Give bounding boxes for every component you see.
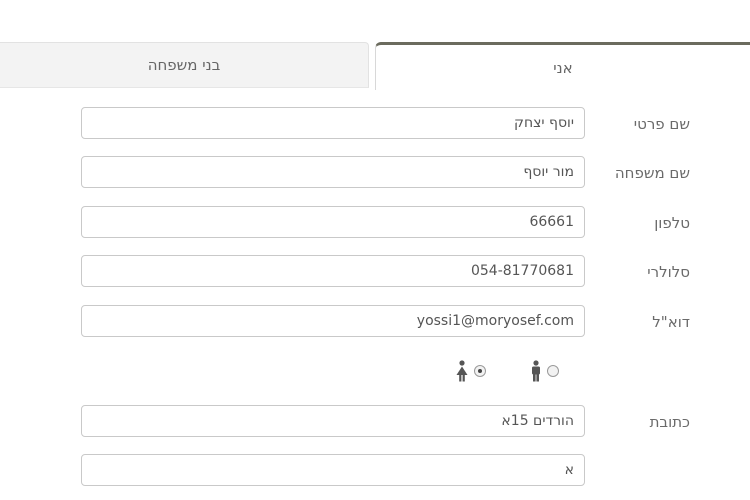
- first-name-label: שם פרטי: [633, 115, 690, 133]
- tab-me-label: אני: [553, 58, 573, 77]
- phone-label: טלפון: [654, 214, 690, 232]
- tab-family-members[interactable]: בני משפחה: [0, 42, 369, 88]
- email-input[interactable]: [81, 305, 585, 337]
- gender-female-option[interactable]: [454, 360, 486, 382]
- last-name-label: שם משפחה: [614, 164, 690, 182]
- address-row: כתובת: [0, 405, 750, 439]
- tab-bar: בני משפחה אני: [0, 42, 750, 90]
- phone-input[interactable]: [81, 206, 585, 238]
- gender-male-option[interactable]: [529, 360, 559, 382]
- male-figure-icon: [532, 360, 540, 382]
- last-name-row: שם משפחה: [0, 156, 750, 190]
- email-label: דוא"ל: [652, 313, 690, 331]
- mobile-row: סלולרי: [0, 255, 750, 289]
- address2-row: [0, 454, 750, 488]
- gender-selector: [0, 360, 750, 386]
- phone-row: טלפון: [0, 206, 750, 240]
- address-line2-input[interactable]: [81, 454, 585, 486]
- gender-female-radio[interactable]: [474, 365, 486, 377]
- mobile-label: סלולרי: [647, 263, 690, 281]
- female-figure-icon: [456, 360, 468, 382]
- tab-me[interactable]: אני: [375, 42, 750, 90]
- mobile-input[interactable]: [81, 255, 585, 287]
- address-input[interactable]: [81, 405, 585, 437]
- first-name-row: שם פרטי: [0, 107, 750, 141]
- address-label: כתובת: [649, 413, 690, 431]
- gender-male-radio[interactable]: [547, 365, 559, 377]
- first-name-input[interactable]: [81, 107, 585, 139]
- email-row: דוא"ל: [0, 305, 750, 339]
- tab-family-members-label: בני משפחה: [147, 56, 221, 74]
- last-name-input[interactable]: [81, 156, 585, 188]
